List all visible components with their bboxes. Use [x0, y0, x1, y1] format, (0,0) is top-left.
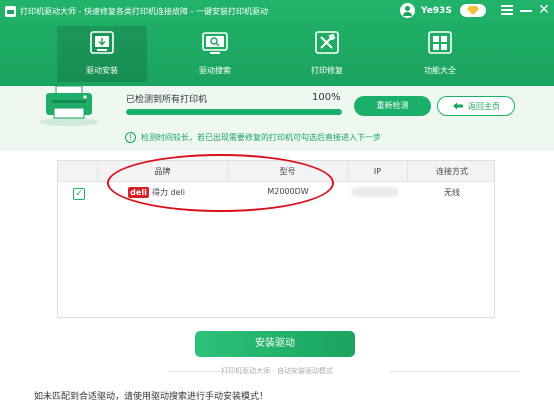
window-title: 打印机驱动大师 - 快速修复各类打印机连接故障 - 一键安装打印机驱动: [20, 6, 268, 16]
brand-name: 得力 deli: [152, 188, 185, 197]
repair-tools-icon: [315, 31, 339, 54]
progress-bar: [126, 109, 342, 115]
printer-illustration-icon: [39, 86, 99, 126]
user-account[interactable]: Ye93S: [400, 3, 452, 18]
connection-type: 无线: [444, 188, 460, 197]
column-header-ip: IP: [348, 161, 408, 182]
progress-percent: 100%: [312, 92, 341, 103]
table-row[interactable]: ✓ deli 得力 deli M2000DW 无线: [58, 182, 494, 208]
nav-label: 驱动安装: [86, 66, 118, 75]
nav-driver-install[interactable]: 驱动安装: [57, 26, 147, 82]
return-home-button[interactable]: 返回主页: [437, 96, 515, 116]
header: 打印机驱动大师 - 快速修复各类打印机连接故障 - 一键安装打印机驱动 Ye93…: [0, 0, 554, 86]
divider: [390, 371, 520, 372]
manual-install-note: 如未匹配到合适驱动，请使用驱动搜索进行手动安装模式！: [34, 392, 269, 402]
vip-diamond-icon[interactable]: [460, 4, 486, 17]
nav-label: 驱动搜索: [199, 66, 231, 75]
column-header-model: 型号: [228, 161, 348, 182]
title-bar: 打印机驱动大师 - 快速修复各类打印机连接故障 - 一键安装打印机驱动 Ye93…: [0, 0, 554, 22]
table-header: 品牌 型号 IP 连接方式: [58, 161, 494, 182]
main-nav: 驱动安装 驱动搜索 打印修复 功能大全: [0, 26, 554, 82]
deli-logo-icon: deli: [128, 187, 149, 198]
column-header-connection: 连接方式: [436, 167, 468, 176]
detection-status: 已检测到所有打印机: [126, 95, 208, 105]
search-monitor-icon: [202, 32, 228, 54]
progress-bar-fill: [126, 109, 342, 115]
model-name: M2000DW: [267, 187, 309, 196]
printer-table: 品牌 型号 IP 连接方式 ✓ deli 得力 deli M2000DW 无线: [57, 160, 495, 318]
ip-address-redacted: [352, 187, 398, 197]
nav-driver-search[interactable]: 驱动搜索: [170, 26, 260, 82]
nav-label: 功能大全: [424, 66, 456, 75]
install-driver-button[interactable]: 安装驱动: [195, 331, 355, 357]
nav-print-repair[interactable]: 打印修复: [282, 26, 372, 82]
user-avatar-icon[interactable]: [400, 3, 415, 18]
close-icon[interactable]: ✕: [536, 2, 552, 18]
brand-cell: deli 得力 deli: [128, 187, 185, 198]
column-header-select: [58, 161, 98, 182]
menu-icon[interactable]: [499, 2, 515, 18]
redetect-button[interactable]: 重新检测: [354, 96, 431, 116]
detection-tip: ! 检测时间较长，若已出现需要修复的打印机可勾选后直接进入下一步: [125, 132, 381, 143]
column-header-brand: 品牌: [98, 161, 228, 182]
minimize-icon[interactable]: [518, 2, 534, 18]
arrow-left-icon: [453, 102, 463, 110]
printer-download-icon: [90, 31, 114, 54]
footer-separator: 打印机驱动大师 · 自动安装驱动模式: [0, 366, 554, 376]
apps-grid-icon: [428, 31, 452, 54]
app-logo-icon: [5, 5, 16, 17]
username[interactable]: Ye93S: [421, 6, 452, 16]
nav-label: 打印修复: [311, 66, 343, 75]
return-home-label: 返回主页: [468, 101, 500, 111]
tip-text: 检测时间较长，若已出现需要修复的打印机可勾选后直接进入下一步: [141, 133, 381, 142]
info-icon: !: [125, 132, 136, 143]
row-checkbox[interactable]: ✓: [73, 188, 85, 200]
nav-all-functions[interactable]: 功能大全: [395, 26, 485, 82]
detection-progress-panel: 已检测到所有打印机 100% 重新检测 返回主页 ! 检测时间较长，若已出现需要…: [0, 86, 554, 151]
